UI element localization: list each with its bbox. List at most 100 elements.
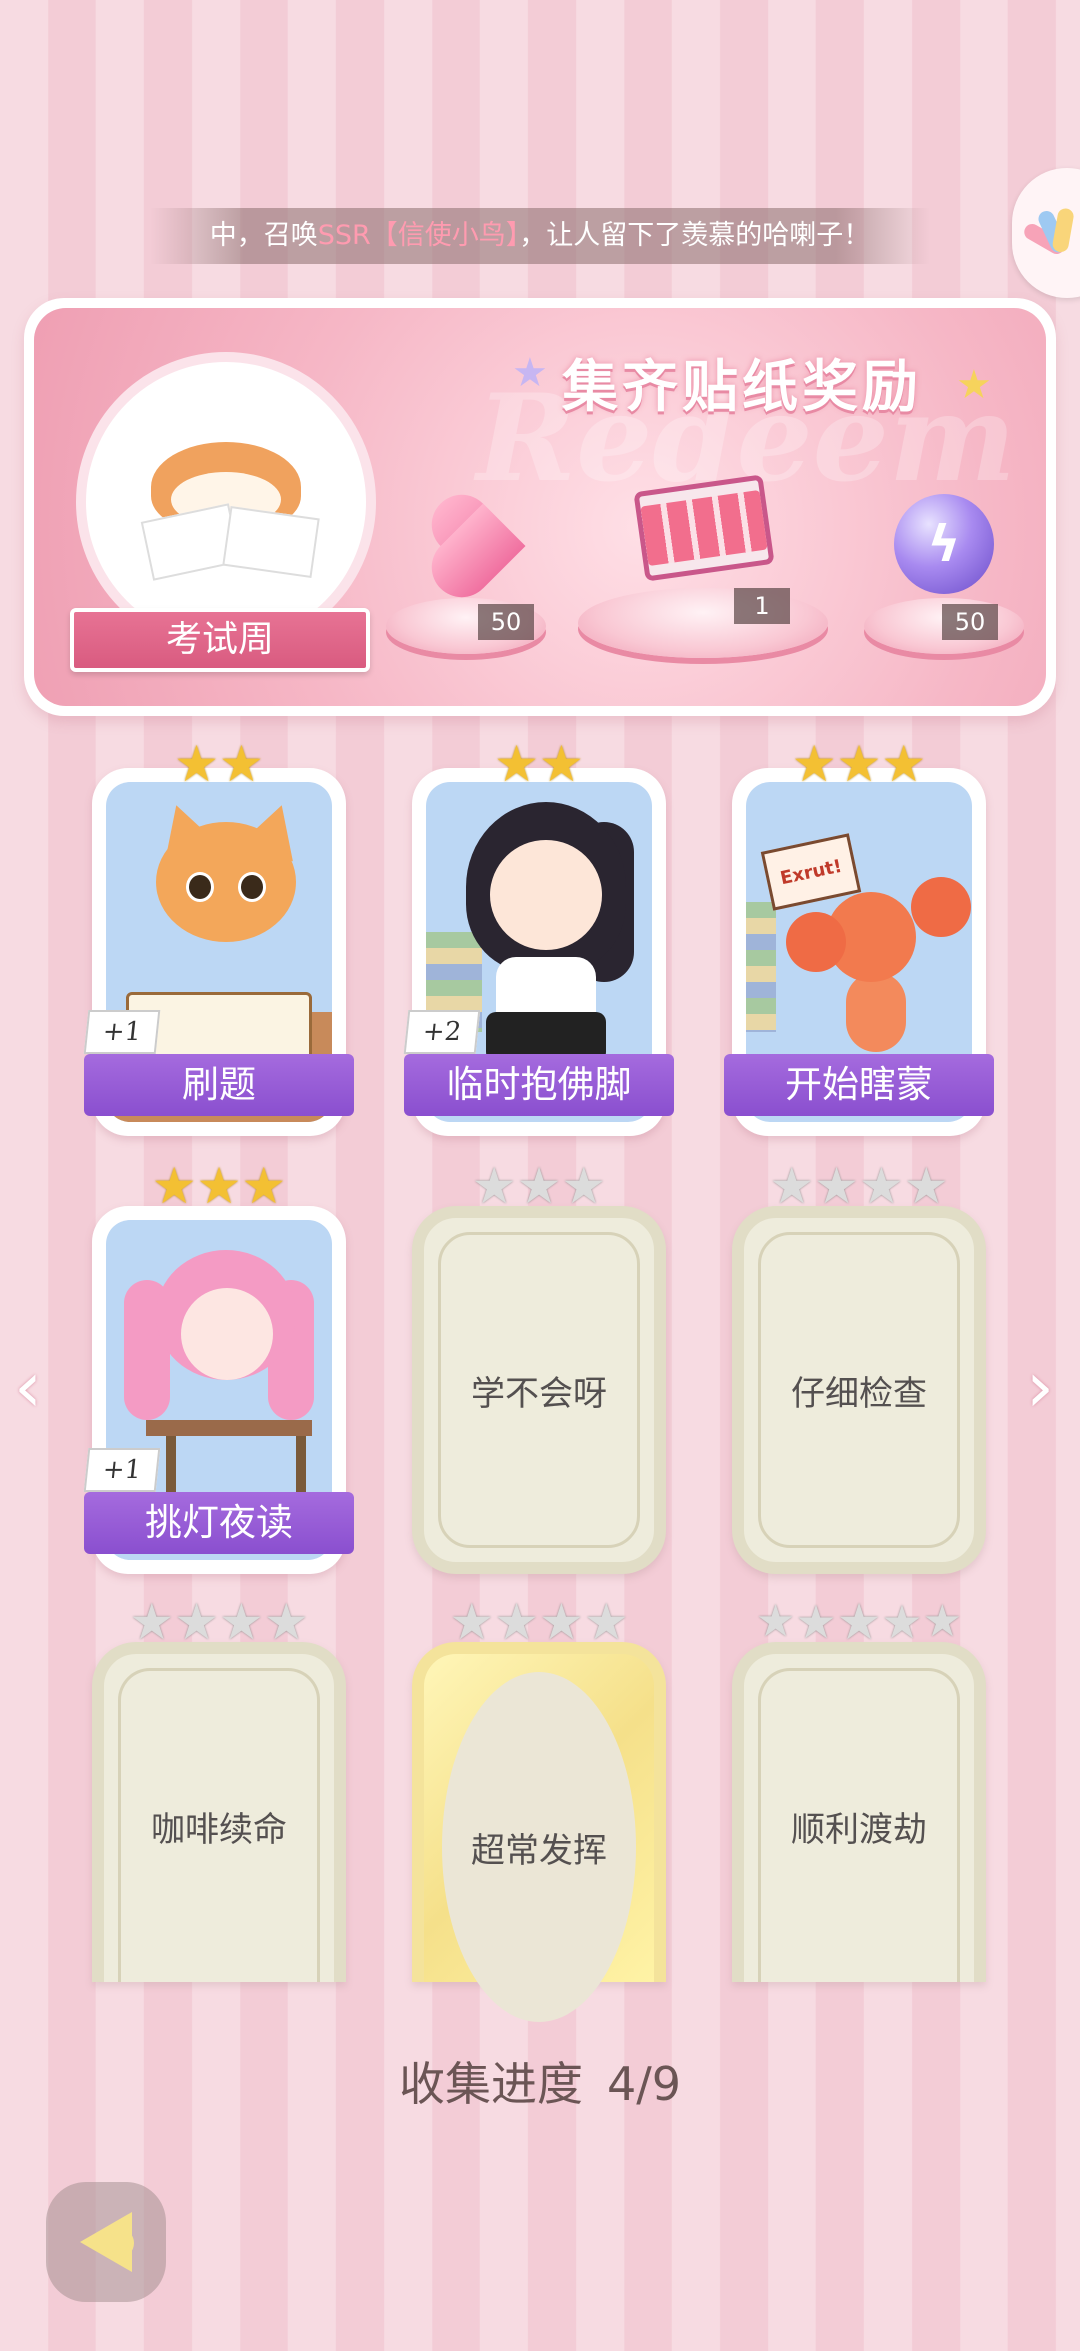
card-name: 刷题	[84, 1054, 354, 1116]
silver-star-icon: ★	[795, 1595, 837, 1649]
card-name: 学不会呀	[471, 1373, 607, 1414]
collection-progress: 收集进度 4/9	[0, 2048, 1080, 2114]
face	[181, 1288, 273, 1380]
lightning-orb-icon: ϟ	[894, 494, 994, 594]
rarity-stars: ★ ★	[92, 738, 346, 790]
ticker-prefix: 中，召唤	[209, 220, 318, 251]
sticker-card-locked[interactable]: 顺利渡劫 ★ ★ ★ ★ ★	[732, 1596, 986, 1982]
pedestal	[578, 588, 828, 658]
silver-star-icon: ★	[263, 1593, 309, 1651]
gold-star-icon: ★	[836, 735, 882, 793]
silver-star-icon: ★	[922, 1596, 963, 1647]
gold-star-icon: ★	[881, 735, 927, 793]
claw	[911, 877, 971, 937]
eye	[238, 872, 266, 902]
silver-star-icon: ★	[449, 1593, 495, 1651]
ticker-suffix: ，让人留下了羡慕的哈喇子！	[519, 220, 871, 251]
locked-frame-gold: 超常发挥	[412, 1642, 666, 2022]
silver-star-icon: ★	[583, 1593, 629, 1651]
progress-label: 收集进度	[398, 2057, 583, 2111]
rarity-stars: ★ ★ ★	[92, 1160, 346, 1212]
face	[490, 840, 602, 950]
oval-inner: 超常发挥	[442, 1672, 636, 2022]
petal-icon	[1051, 207, 1075, 254]
locked-frame: 顺利渡劫	[732, 1642, 986, 1982]
event-corner-badge[interactable]	[1012, 168, 1080, 298]
silver-star-icon: ★	[516, 1157, 562, 1215]
rarity-stars: ★ ★ ★ ★	[92, 1596, 346, 1648]
reward-item-orb[interactable]: ϟ	[894, 494, 994, 594]
desk	[146, 1420, 312, 1436]
gold-star-icon: ★	[494, 735, 539, 793]
card-name: 超常发挥	[471, 1830, 607, 1871]
silver-star-icon: ★	[814, 1157, 859, 1215]
card-name: 仔细检查	[791, 1373, 927, 1414]
silver-star-icon: ★	[859, 1157, 904, 1215]
silver-star-icon: ★	[769, 1157, 815, 1215]
duplicate-count-tag: +1	[83, 1448, 161, 1492]
card-name: 临时抱佛脚	[404, 1054, 674, 1116]
sticker-card-locked[interactable]: 咖啡续命 ★ ★ ★ ★	[92, 1596, 346, 1982]
gold-star-icon: ★	[241, 1157, 287, 1215]
reward-panel-inner: Redeem ★ ★ 集齐贴纸奖励 考试周 50 1 ϟ 50	[34, 308, 1046, 706]
sticker-card-collected[interactable]: ★ ★ +2 临时抱佛脚	[403, 738, 674, 1136]
prev-page-arrow-icon[interactable]: ‹	[14, 1352, 54, 1422]
sticker-card-locked[interactable]: 超常发挥 ★ ★ ★ ★	[412, 1596, 666, 2022]
rarity-stars: ★ ★ ★ ★ ★	[732, 1596, 986, 1648]
book-stack-icon	[746, 902, 776, 1032]
yellow-star-icon: ★	[956, 362, 992, 408]
announcement-ticker: 中，召唤SSR【信使小鸟】，让人留下了羡慕的哈喇子！	[150, 208, 930, 264]
progress-value: 4/9	[606, 2057, 682, 2111]
theme-label: 考试周	[70, 608, 370, 672]
reward-item-gift[interactable]	[624, 458, 784, 598]
reward-item-heart[interactable]	[406, 486, 526, 606]
sticker-card-collected[interactable]: ★ ★ ★ +1 挑灯夜读	[83, 1160, 354, 1574]
sticker-card-locked[interactable]: 仔细检查 ★ ★ ★ ★	[732, 1160, 986, 1574]
reward-count: 50	[942, 604, 998, 640]
silver-star-icon: ★	[881, 1595, 923, 1649]
silver-star-icon: ★	[471, 1157, 517, 1215]
silver-star-icon: ★	[494, 1593, 539, 1651]
sticker-reward-panel: Redeem ★ ★ 集齐贴纸奖励 考试周 50 1 ϟ 50	[24, 298, 1056, 716]
sticker-card-locked[interactable]: 学不会呀 ★ ★ ★	[412, 1160, 666, 1574]
rarity-stars: ★ ★ ★ ★	[732, 1160, 986, 1212]
silver-star-icon: ★	[174, 1593, 219, 1651]
claw	[786, 912, 846, 972]
locked-inner: 仔细检查	[758, 1232, 960, 1548]
locked-inner: 学不会呀	[438, 1232, 640, 1548]
card-name: 挑灯夜读	[84, 1492, 354, 1554]
ticker-highlight: SSR【信使小鸟】	[317, 220, 520, 251]
locked-inner: 顺利渡劫	[758, 1668, 960, 1982]
exam-paper-icon	[222, 506, 320, 578]
gift-box-icon	[633, 474, 775, 582]
duplicate-count-tag: +1	[83, 1010, 161, 1054]
sticker-card-collected[interactable]: ★ ★ +1 刷题	[83, 738, 354, 1136]
gold-star-icon: ★	[174, 735, 219, 793]
gold-star-icon: ★	[791, 735, 837, 793]
silver-star-icon: ★	[129, 1593, 175, 1651]
gold-star-icon: ★	[196, 1157, 242, 1215]
sticker-card-collected[interactable]: Exrut! ★ ★ ★ 开始瞎蒙	[724, 738, 994, 1136]
next-page-arrow-icon[interactable]: ›	[1026, 1352, 1066, 1422]
silver-star-icon: ★	[539, 1593, 584, 1651]
cat-icon	[156, 822, 296, 942]
card-name: 顺利渡劫	[791, 1810, 927, 1850]
locked-frame: 咖啡续命	[92, 1642, 346, 1982]
card-name: 咖啡续命	[151, 1810, 287, 1850]
theme-illustration	[76, 352, 376, 652]
silver-star-icon: ★	[561, 1157, 607, 1215]
lobster-tail	[846, 972, 906, 1052]
reward-title: 集齐贴纸奖励	[562, 355, 922, 420]
card-name: 开始瞎蒙	[724, 1054, 994, 1116]
back-dot	[104, 2228, 134, 2258]
reward-count: 1	[734, 588, 790, 624]
silver-star-icon: ★	[219, 1593, 264, 1651]
back-button[interactable]	[46, 2182, 166, 2302]
rarity-stars: ★ ★ ★	[412, 1160, 666, 1212]
locked-inner: 咖啡续命	[118, 1668, 320, 1982]
gold-star-icon: ★	[539, 735, 584, 793]
locked-frame: 仔细检查	[732, 1206, 986, 1574]
rarity-stars: ★ ★ ★ ★	[412, 1596, 666, 1648]
locked-frame: 学不会呀	[412, 1206, 666, 1574]
silver-star-icon: ★	[836, 1593, 882, 1651]
